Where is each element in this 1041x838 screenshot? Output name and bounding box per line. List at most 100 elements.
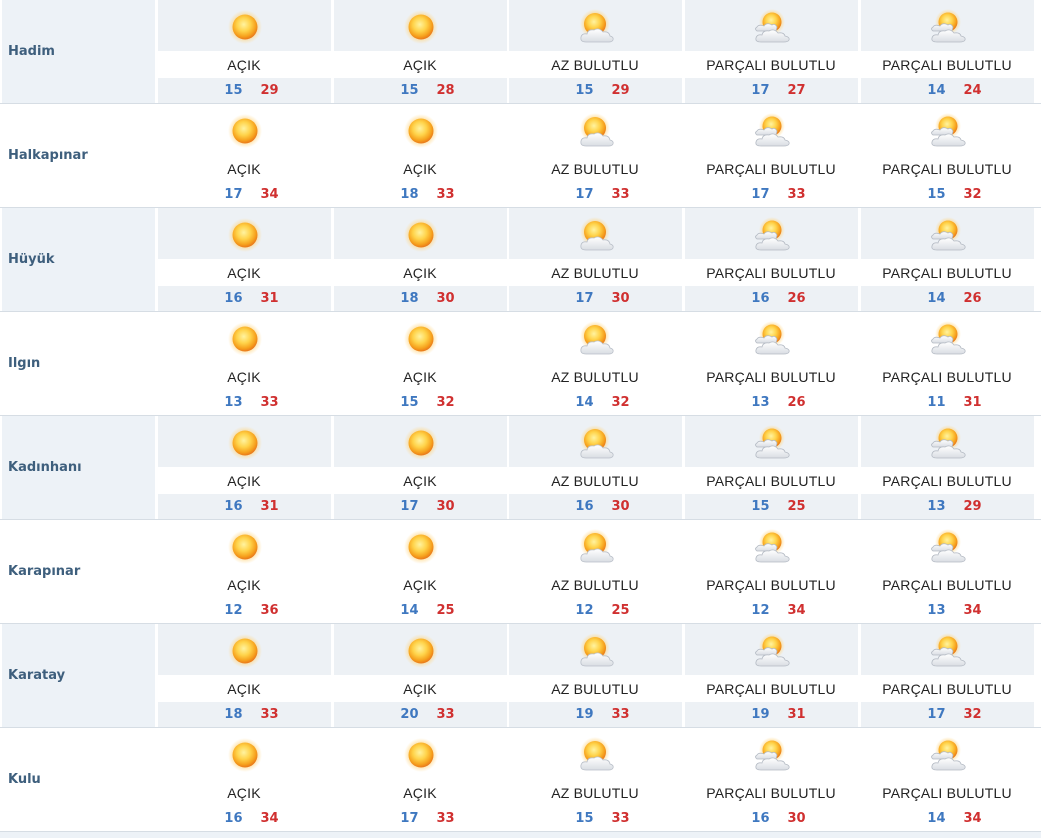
min-temperature: 15 xyxy=(224,83,243,98)
city-name[interactable]: Halkapınar xyxy=(2,104,155,207)
city-name[interactable]: Karatay xyxy=(2,624,155,727)
max-temperature: 33 xyxy=(436,187,455,202)
min-temperature: 14 xyxy=(400,603,419,618)
desc-band: AZ BULUTLU xyxy=(508,155,682,182)
max-temperature: 29 xyxy=(963,499,982,514)
sun-cloud-icon xyxy=(576,217,616,253)
partly-cloudy-icon xyxy=(752,217,792,253)
desc-band: AZ BULUTLU xyxy=(508,363,682,390)
day-cell: AÇIK 15 28 xyxy=(333,0,507,103)
city-name[interactable]: Hadim xyxy=(2,0,155,103)
desc-band: AÇIK xyxy=(157,779,331,806)
desc-band: AÇIK xyxy=(157,155,331,182)
temperature-band: 17 33 xyxy=(508,182,682,207)
desc-band: PARÇALI BULUTLU xyxy=(860,363,1034,390)
icon-band xyxy=(508,728,682,779)
desc-band: AÇIK xyxy=(157,675,331,702)
icon-band xyxy=(333,312,507,363)
weather-description: PARÇALI BULUTLU xyxy=(706,369,836,385)
desc-band: AÇIK xyxy=(333,779,507,806)
city-name[interactable]: Kadınhanı xyxy=(2,416,155,519)
temperature-band: 19 31 xyxy=(684,702,858,727)
icon-band xyxy=(860,728,1034,779)
day-cell: PARÇALI BULUTLU 13 29 xyxy=(860,416,1034,519)
weather-description: AÇIK xyxy=(227,577,261,593)
day-cell: PARÇALI BULUTLU 15 25 xyxy=(684,416,858,519)
weather-description: AÇIK xyxy=(403,473,437,489)
icon-band xyxy=(860,104,1034,155)
desc-band: AÇIK xyxy=(333,571,507,598)
city-name[interactable]: Kulu xyxy=(2,728,155,831)
day-cell: PARÇALI BULUTLU 17 33 xyxy=(684,104,858,207)
desc-band: PARÇALI BULUTLU xyxy=(860,259,1034,286)
max-temperature: 30 xyxy=(436,291,455,306)
icon-band xyxy=(684,728,858,779)
temperature-band: 20 33 xyxy=(333,702,507,727)
icon-band xyxy=(508,104,682,155)
min-temperature: 14 xyxy=(927,291,946,306)
icon-band xyxy=(860,0,1034,51)
min-temperature: 11 xyxy=(927,395,946,410)
temperature-band: 14 26 xyxy=(860,286,1034,311)
sun-icon xyxy=(401,529,441,565)
min-temperature: 17 xyxy=(927,707,946,722)
weather-description: AZ BULUTLU xyxy=(551,57,639,73)
min-temperature: 13 xyxy=(927,499,946,514)
max-temperature: 26 xyxy=(787,395,806,410)
desc-band: PARÇALI BULUTLU xyxy=(860,779,1034,806)
icon-band xyxy=(333,0,507,51)
desc-band: AÇIK xyxy=(333,467,507,494)
city-name[interactable]: Karapınar xyxy=(2,520,155,623)
max-temperature: 25 xyxy=(436,603,455,618)
day-cell: PARÇALI BULUTLU 17 32 xyxy=(860,624,1034,727)
icon-band xyxy=(860,312,1034,363)
icon-band xyxy=(860,520,1034,571)
temperature-band: 19 33 xyxy=(508,702,682,727)
min-temperature: 16 xyxy=(751,291,770,306)
temperature-band: 14 32 xyxy=(508,390,682,415)
max-temperature: 33 xyxy=(611,187,630,202)
temperature-band: 15 32 xyxy=(333,390,507,415)
weather-description: AÇIK xyxy=(403,369,437,385)
icon-band xyxy=(157,312,331,363)
icon-band xyxy=(333,520,507,571)
desc-band: AÇIK xyxy=(333,155,507,182)
icon-band xyxy=(860,624,1034,675)
icon-band xyxy=(157,520,331,571)
sun-icon xyxy=(225,425,265,461)
icon-band xyxy=(684,416,858,467)
min-temperature: 19 xyxy=(575,707,594,722)
forecast-row: Karatay AÇIK 18 33 AÇIK 20 33 AZ BULUTLU… xyxy=(0,624,1041,728)
min-temperature: 18 xyxy=(400,187,419,202)
icon-band xyxy=(508,208,682,259)
icon-band xyxy=(157,624,331,675)
min-temperature: 17 xyxy=(575,291,594,306)
icon-band xyxy=(333,416,507,467)
min-temperature: 15 xyxy=(751,499,770,514)
icon-band xyxy=(157,416,331,467)
day-cell: AÇIK 15 32 xyxy=(333,312,507,415)
temperature-band: 16 34 xyxy=(157,806,331,831)
icon-band xyxy=(333,208,507,259)
forecast-row: Hüyük AÇIK 16 31 AÇIK 18 30 AZ BULUTLU 1… xyxy=(0,208,1041,312)
min-temperature: 15 xyxy=(400,83,419,98)
desc-band: AÇIK xyxy=(157,51,331,78)
max-temperature: 31 xyxy=(787,707,806,722)
temperature-band: 15 25 xyxy=(684,494,858,519)
temperature-band: 16 31 xyxy=(157,494,331,519)
city-name[interactable]: Hüyük xyxy=(2,208,155,311)
desc-band: PARÇALI BULUTLU xyxy=(684,779,858,806)
city-name[interactable]: Ilgın xyxy=(2,312,155,415)
weather-description: AÇIK xyxy=(403,785,437,801)
sun-icon xyxy=(401,425,441,461)
min-temperature: 20 xyxy=(400,707,419,722)
weather-description: AZ BULUTLU xyxy=(551,577,639,593)
day-cell: AÇIK 16 31 xyxy=(157,208,331,311)
partly-cloudy-icon xyxy=(752,529,792,565)
desc-band: AÇIK xyxy=(333,363,507,390)
sun-icon xyxy=(401,217,441,253)
sun-icon xyxy=(225,529,265,565)
partly-cloudy-icon xyxy=(928,529,968,565)
sun-icon xyxy=(225,9,265,45)
icon-band xyxy=(508,312,682,363)
